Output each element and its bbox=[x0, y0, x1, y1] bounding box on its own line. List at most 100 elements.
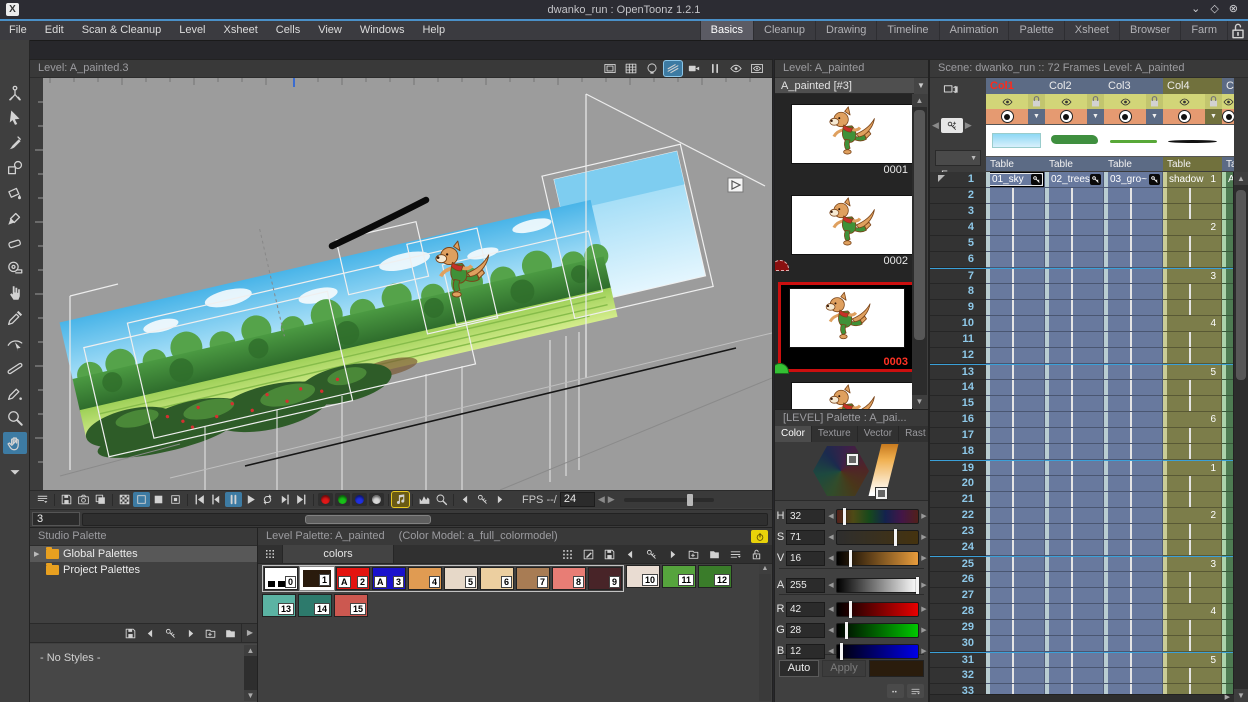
cell-col3-r10[interactable] bbox=[1104, 316, 1163, 332]
cell-col4-r5[interactable] bbox=[1163, 236, 1222, 252]
cell-col2-r22[interactable] bbox=[1045, 508, 1104, 524]
cell-col2-r29[interactable] bbox=[1045, 620, 1104, 636]
cell-col1-r14[interactable] bbox=[986, 380, 1045, 396]
cell-col3-r16[interactable] bbox=[1104, 412, 1163, 428]
frame-number-cell[interactable]: 25 bbox=[930, 556, 986, 572]
cell-col2-r15[interactable] bbox=[1045, 396, 1104, 412]
cell-col4-r31[interactable]: 5 bbox=[1163, 652, 1222, 668]
slider-value-field[interactable]: 32 bbox=[786, 509, 825, 524]
prev-key-button[interactable] bbox=[457, 492, 474, 507]
studio-page-copy-button[interactable] bbox=[222, 626, 238, 641]
cell-col2-r17[interactable] bbox=[1045, 428, 1104, 444]
cell-col1-r8[interactable] bbox=[986, 284, 1045, 300]
slider-thumb[interactable] bbox=[894, 529, 897, 546]
fps-slider-thumb[interactable] bbox=[687, 494, 693, 506]
cell-col3-r28[interactable] bbox=[1104, 604, 1163, 620]
freeze-button[interactable] bbox=[706, 61, 724, 76]
camstand-visibility-toggle[interactable] bbox=[1163, 109, 1205, 124]
field-guide-button[interactable] bbox=[622, 61, 640, 76]
frame-number-cell[interactable]: 8 bbox=[930, 284, 986, 300]
scroll-up-button[interactable]: ▲ bbox=[244, 645, 257, 656]
cell-col3-r23[interactable] bbox=[1104, 524, 1163, 540]
frame-number-cell[interactable]: 28 bbox=[930, 604, 986, 620]
cell-col4-r11[interactable] bbox=[1163, 332, 1222, 348]
slider-bar[interactable] bbox=[836, 623, 919, 638]
cell-col4-r28[interactable]: 4 bbox=[1163, 604, 1222, 620]
cell-col4-r27[interactable] bbox=[1163, 588, 1222, 604]
cell-col1-r13[interactable] bbox=[986, 364, 1045, 380]
prev-key-button[interactable]: ◀ bbox=[932, 120, 939, 131]
sub-camera-preview-button[interactable] bbox=[748, 61, 766, 76]
fps-dec-button[interactable]: ◀ bbox=[598, 494, 605, 505]
cell-col1-r21[interactable] bbox=[986, 492, 1045, 508]
cell-col3-r3[interactable] bbox=[1104, 204, 1163, 220]
cell-col4-r4[interactable]: 2 bbox=[1163, 220, 1222, 236]
cell-col3-r9[interactable] bbox=[1104, 300, 1163, 316]
cell-col1-r28[interactable] bbox=[986, 604, 1045, 620]
level-view-toggle-button[interactable] bbox=[938, 82, 964, 100]
scroll-up-button[interactable]: ▲ bbox=[912, 94, 927, 107]
window-maximize-button[interactable]: ◇ bbox=[1210, 0, 1218, 19]
style-chip-8[interactable]: 8 bbox=[552, 567, 586, 590]
frame-thumbnail[interactable] bbox=[791, 104, 913, 164]
more-tools-button[interactable] bbox=[3, 461, 27, 483]
palette-gizmo-button[interactable] bbox=[751, 530, 768, 543]
column-name[interactable]: Col2 bbox=[1045, 78, 1104, 94]
room-tab-palette[interactable]: Palette bbox=[1008, 21, 1063, 40]
frame-number-cell[interactable]: 1 bbox=[930, 172, 986, 188]
cell-col3-r4[interactable] bbox=[1104, 220, 1163, 236]
frame-display-dropdown[interactable]: ▼Frame bbox=[935, 150, 981, 166]
cell-col1-r5[interactable] bbox=[986, 236, 1045, 252]
frame-number-cell[interactable]: 21 bbox=[930, 492, 986, 508]
soundtrack-button[interactable] bbox=[392, 492, 409, 507]
slider-thumb[interactable] bbox=[849, 601, 852, 618]
column-thumbnail[interactable] bbox=[1045, 124, 1104, 157]
slider-bar[interactable] bbox=[836, 578, 919, 593]
column-lock-toggle[interactable] bbox=[1087, 94, 1104, 109]
column-parent-label[interactable]: Table bbox=[1104, 157, 1163, 171]
cell-col4-r13[interactable]: 5 bbox=[1163, 364, 1222, 380]
cell-col4-r15[interactable] bbox=[1163, 396, 1222, 412]
cell-col4-r14[interactable] bbox=[1163, 380, 1222, 396]
apply-button[interactable]: Apply bbox=[822, 660, 866, 677]
first-frame-button[interactable] bbox=[191, 492, 208, 507]
cell-col1-r25[interactable] bbox=[986, 556, 1045, 572]
slider-inc-button[interactable]: ▶ bbox=[920, 581, 928, 589]
style-chip-4[interactable]: 4 bbox=[408, 567, 442, 590]
style-chip-9[interactable]: 9 bbox=[588, 567, 622, 590]
viewer-menu-button[interactable] bbox=[34, 492, 51, 507]
prev-frame-button[interactable] bbox=[208, 492, 225, 507]
room-tab-cleanup[interactable]: Cleanup bbox=[753, 21, 815, 40]
studio-arrow-right-button[interactable] bbox=[182, 626, 198, 641]
slider-thumb[interactable] bbox=[840, 643, 843, 660]
fps-inc-button[interactable]: ▶ bbox=[608, 494, 615, 505]
cell-col3-r1[interactable]: 03_gro~ bbox=[1104, 172, 1163, 188]
expand-caret-icon[interactable]: ▶ bbox=[34, 550, 42, 558]
slider-bar[interactable] bbox=[836, 551, 919, 566]
cell-col3-r8[interactable] bbox=[1104, 284, 1163, 300]
style-editor-menu-button[interactable] bbox=[907, 684, 924, 698]
start-marker-icon[interactable] bbox=[938, 175, 945, 182]
frame-number-cell[interactable]: 13 bbox=[930, 364, 986, 380]
view-mode-standard-button[interactable] bbox=[133, 492, 150, 507]
palette-arrow-left-button[interactable] bbox=[622, 547, 638, 562]
toolbar-more-button[interactable]: ▶ bbox=[241, 623, 258, 643]
cell-col3-r25[interactable] bbox=[1104, 556, 1163, 572]
palette-page-new-button[interactable] bbox=[685, 547, 701, 562]
cell-col2-r30[interactable] bbox=[1045, 636, 1104, 652]
column-visibility-toggle[interactable] bbox=[1104, 94, 1146, 109]
menu-file[interactable]: File bbox=[0, 21, 36, 40]
style-chip-5[interactable]: 5 bbox=[444, 567, 478, 590]
cell-col1-r30[interactable] bbox=[986, 636, 1045, 652]
column-name[interactable]: Col5 bbox=[1222, 78, 1234, 94]
scroll-right-button[interactable]: ▶ bbox=[1225, 693, 1230, 701]
cell-col2-r28[interactable] bbox=[1045, 604, 1104, 620]
cell-col2-r26[interactable] bbox=[1045, 572, 1104, 588]
frame-number-cell[interactable]: 24 bbox=[930, 540, 986, 556]
frame-thumbnail[interactable] bbox=[791, 195, 913, 255]
column-thumbnail[interactable] bbox=[1222, 124, 1234, 157]
cell-col2-r3[interactable] bbox=[1045, 204, 1104, 220]
cell-col4-r3[interactable] bbox=[1163, 204, 1222, 220]
scroll-thumb[interactable] bbox=[914, 110, 925, 340]
camstand-view-button[interactable] bbox=[643, 61, 661, 76]
